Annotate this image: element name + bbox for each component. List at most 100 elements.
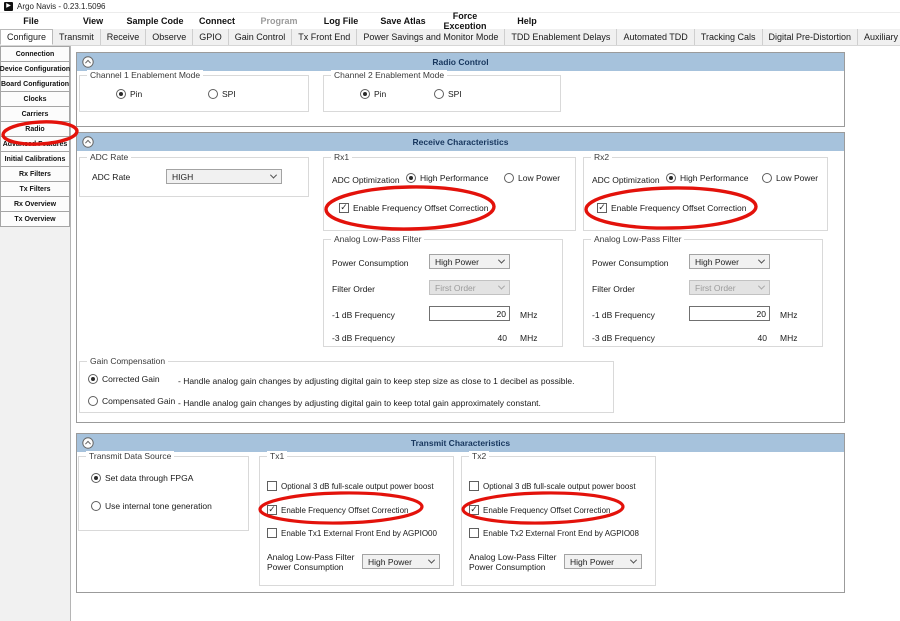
tab-gpio[interactable]: GPIO <box>193 29 229 45</box>
rx1-low-power-radio[interactable]: Low Power <box>504 173 560 183</box>
rx2-power-consumption-label: Power Consumption <box>592 258 669 268</box>
tx2-boost-checkbox[interactable]: Optional 3 dB full-scale output power bo… <box>469 481 636 491</box>
tx1-freq-offset-checkbox[interactable]: Enable Frequency Offset Correction <box>267 505 408 515</box>
menu-help[interactable]: Help <box>496 16 558 26</box>
rx1-low-power-label: Low Power <box>518 173 560 183</box>
radio-button-icon[interactable] <box>504 173 514 183</box>
rx2-low-power-label: Low Power <box>776 173 818 183</box>
adc-rate-dropdown[interactable]: HIGH <box>166 169 282 184</box>
checkbox-checked-icon[interactable] <box>339 203 349 213</box>
fpga-data-radio[interactable]: Set data through FPGA <box>91 473 193 483</box>
tab-observe[interactable]: Observe <box>146 29 193 45</box>
tab-automated-tdd[interactable]: Automated TDD <box>617 29 694 45</box>
tab-auxiliary[interactable]: Auxiliary <box>858 29 900 45</box>
tx1-alpf-power-dropdown[interactable]: High Power <box>362 554 440 569</box>
radio-button-icon[interactable] <box>434 89 444 99</box>
radio-control-title: Radio Control <box>77 57 844 67</box>
collapse-icon[interactable] <box>82 56 94 68</box>
collapse-icon[interactable] <box>82 136 94 148</box>
tx1-freq-offset-label: Enable Frequency Offset Correction <box>281 506 408 515</box>
tx2-freq-offset-checkbox[interactable]: Enable Frequency Offset Correction <box>469 505 610 515</box>
rx1-freq-offset-checkbox[interactable]: Enable Frequency Offset Correction <box>339 203 488 213</box>
menu-sample-code[interactable]: Sample Code <box>124 16 186 26</box>
checkbox-unchecked-icon[interactable] <box>469 481 479 491</box>
sidebar-item-connection[interactable]: Connection <box>0 46 70 62</box>
rx2-low-power-radio[interactable]: Low Power <box>762 173 818 183</box>
checkbox-unchecked-icon[interactable] <box>267 528 277 538</box>
tab-receive[interactable]: Receive <box>101 29 147 45</box>
sidebar-item-tx-overview[interactable]: Tx Overview <box>0 211 70 227</box>
tab-configure[interactable]: Configure <box>0 29 53 45</box>
channel1-pin-radio[interactable]: Pin <box>116 89 142 99</box>
sidebar-item-initial-calibrations[interactable]: Initial Calibrations <box>0 151 70 167</box>
sidebar-item-advanced-features[interactable]: Advanced Features <box>0 136 70 152</box>
radio-button-icon[interactable] <box>88 396 98 406</box>
sidebar-item-rx-overview[interactable]: Rx Overview <box>0 196 70 212</box>
sidebar-item-clocks[interactable]: Clocks <box>0 91 70 107</box>
menu-file[interactable]: File <box>0 16 62 26</box>
tab-tdd-enablement-delays[interactable]: TDD Enablement Delays <box>505 29 617 45</box>
collapse-icon[interactable] <box>82 437 94 449</box>
chevron-down-icon <box>498 257 505 264</box>
sidebar-item-carriers[interactable]: Carriers <box>0 106 70 122</box>
rx1-alpf-group: Analog Low-Pass Filter Power Consumption… <box>323 239 563 347</box>
menu-connect[interactable]: Connect <box>186 16 248 26</box>
tab-tx-front-end[interactable]: Tx Front End <box>292 29 357 45</box>
radio-button-icon[interactable] <box>88 374 98 384</box>
radio-button-icon[interactable] <box>406 173 416 183</box>
rx2-high-performance-radio[interactable]: High Performance <box>666 173 749 183</box>
tab-tracking-cals[interactable]: Tracking Cals <box>695 29 763 45</box>
rx1-power-consumption-dropdown[interactable]: High Power <box>429 254 510 269</box>
sidebar-item-tx-filters[interactable]: Tx Filters <box>0 181 70 197</box>
tab-power-savings[interactable]: Power Savings and Monitor Mode <box>357 29 505 45</box>
internal-tone-radio[interactable]: Use internal tone generation <box>91 501 212 511</box>
sidebar-item-board-configuration[interactable]: Board Configuration <box>0 76 70 92</box>
checkbox-checked-icon[interactable] <box>267 505 277 515</box>
radio-button-icon[interactable] <box>91 473 101 483</box>
corrected-gain-radio[interactable]: Corrected Gain <box>88 374 160 384</box>
radio-button-icon[interactable] <box>762 173 772 183</box>
menu-force-exception[interactable]: Force Exception <box>434 11 496 31</box>
radio-button-icon[interactable] <box>91 501 101 511</box>
tx2-alpf-power-dropdown[interactable]: High Power <box>564 554 642 569</box>
channel2-spi-radio[interactable]: SPI <box>434 89 462 99</box>
sidebar-item-rx-filters[interactable]: Rx Filters <box>0 166 70 182</box>
menu-view[interactable]: View <box>62 16 124 26</box>
checkbox-checked-icon[interactable] <box>469 505 479 515</box>
chevron-down-icon <box>270 172 277 179</box>
sidebar-item-radio[interactable]: Radio <box>0 121 70 137</box>
rx2-filter-order-dropdown: First Order <box>689 280 770 295</box>
rx1-1db-frequency-input[interactable] <box>429 306 510 321</box>
tx1-alpf-power-label: Analog Low-Pass Filter Power Consumption <box>267 552 363 572</box>
sidebar-item-device-configuration[interactable]: Device Configuration <box>0 61 70 77</box>
radio-button-icon[interactable] <box>360 89 370 99</box>
radio-button-icon[interactable] <box>116 89 126 99</box>
radio-button-icon[interactable] <box>208 89 218 99</box>
channel1-spi-radio[interactable]: SPI <box>208 89 236 99</box>
channel1-enablement-group: Channel 1 Enablement Mode Pin SPI <box>79 75 309 112</box>
checkbox-unchecked-icon[interactable] <box>267 481 277 491</box>
menu-save-atlas[interactable]: Save Atlas <box>372 16 434 26</box>
channel2-pin-radio[interactable]: Pin <box>360 89 386 99</box>
transmit-characteristics-panel: Transmit Characteristics Transmit Data S… <box>76 433 845 593</box>
rx2-1db-frequency-input[interactable] <box>689 306 770 321</box>
menu-log-file[interactable]: Log File <box>310 16 372 26</box>
tab-transmit[interactable]: Transmit <box>53 29 101 45</box>
transmit-data-source-legend: Transmit Data Source <box>86 451 174 461</box>
tx2-front-end-checkbox[interactable]: Enable Tx2 External Front End by AGPIO08 <box>469 528 639 538</box>
radio-control-header: Radio Control <box>77 53 844 71</box>
checkbox-unchecked-icon[interactable] <box>469 528 479 538</box>
channel2-enablement-group: Channel 2 Enablement Mode Pin SPI <box>323 75 561 112</box>
tx2-alpf-power-label: Analog Low-Pass Filter Power Consumption <box>469 552 565 572</box>
tx1-boost-checkbox[interactable]: Optional 3 dB full-scale output power bo… <box>267 481 434 491</box>
rx2-power-consumption-dropdown[interactable]: High Power <box>689 254 770 269</box>
rx1-high-performance-radio[interactable]: High Performance <box>406 173 489 183</box>
tab-gain-control[interactable]: Gain Control <box>229 29 293 45</box>
transmit-characteristics-header: Transmit Characteristics <box>77 434 844 452</box>
radio-button-icon[interactable] <box>666 173 676 183</box>
checkbox-checked-icon[interactable] <box>597 203 607 213</box>
tab-digital-pre-distortion[interactable]: Digital Pre-Distortion <box>763 29 859 45</box>
compensated-gain-radio[interactable]: Compensated Gain <box>88 396 175 406</box>
rx2-freq-offset-checkbox[interactable]: Enable Frequency Offset Correction <box>597 203 746 213</box>
tx1-front-end-checkbox[interactable]: Enable Tx1 External Front End by AGPIO00 <box>267 528 437 538</box>
